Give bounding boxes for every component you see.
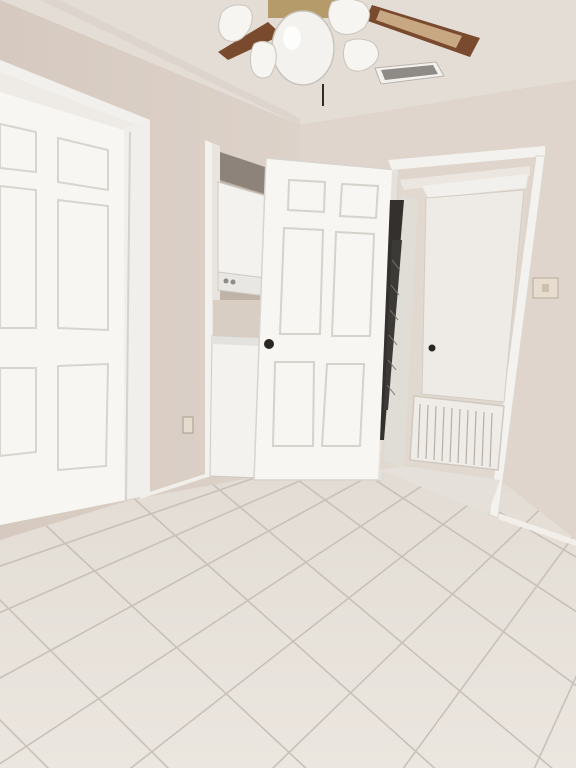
- electrical-outlet: [182, 416, 194, 434]
- door-knob[interactable]: [264, 339, 274, 349]
- light-switch[interactable]: [532, 277, 559, 299]
- bedroom-door[interactable]: [253, 157, 399, 481]
- closet-door[interactable]: [0, 60, 150, 525]
- room-photo: [0, 0, 576, 768]
- return-air-grille: [409, 395, 505, 471]
- hallway-door-knob[interactable]: [428, 344, 436, 352]
